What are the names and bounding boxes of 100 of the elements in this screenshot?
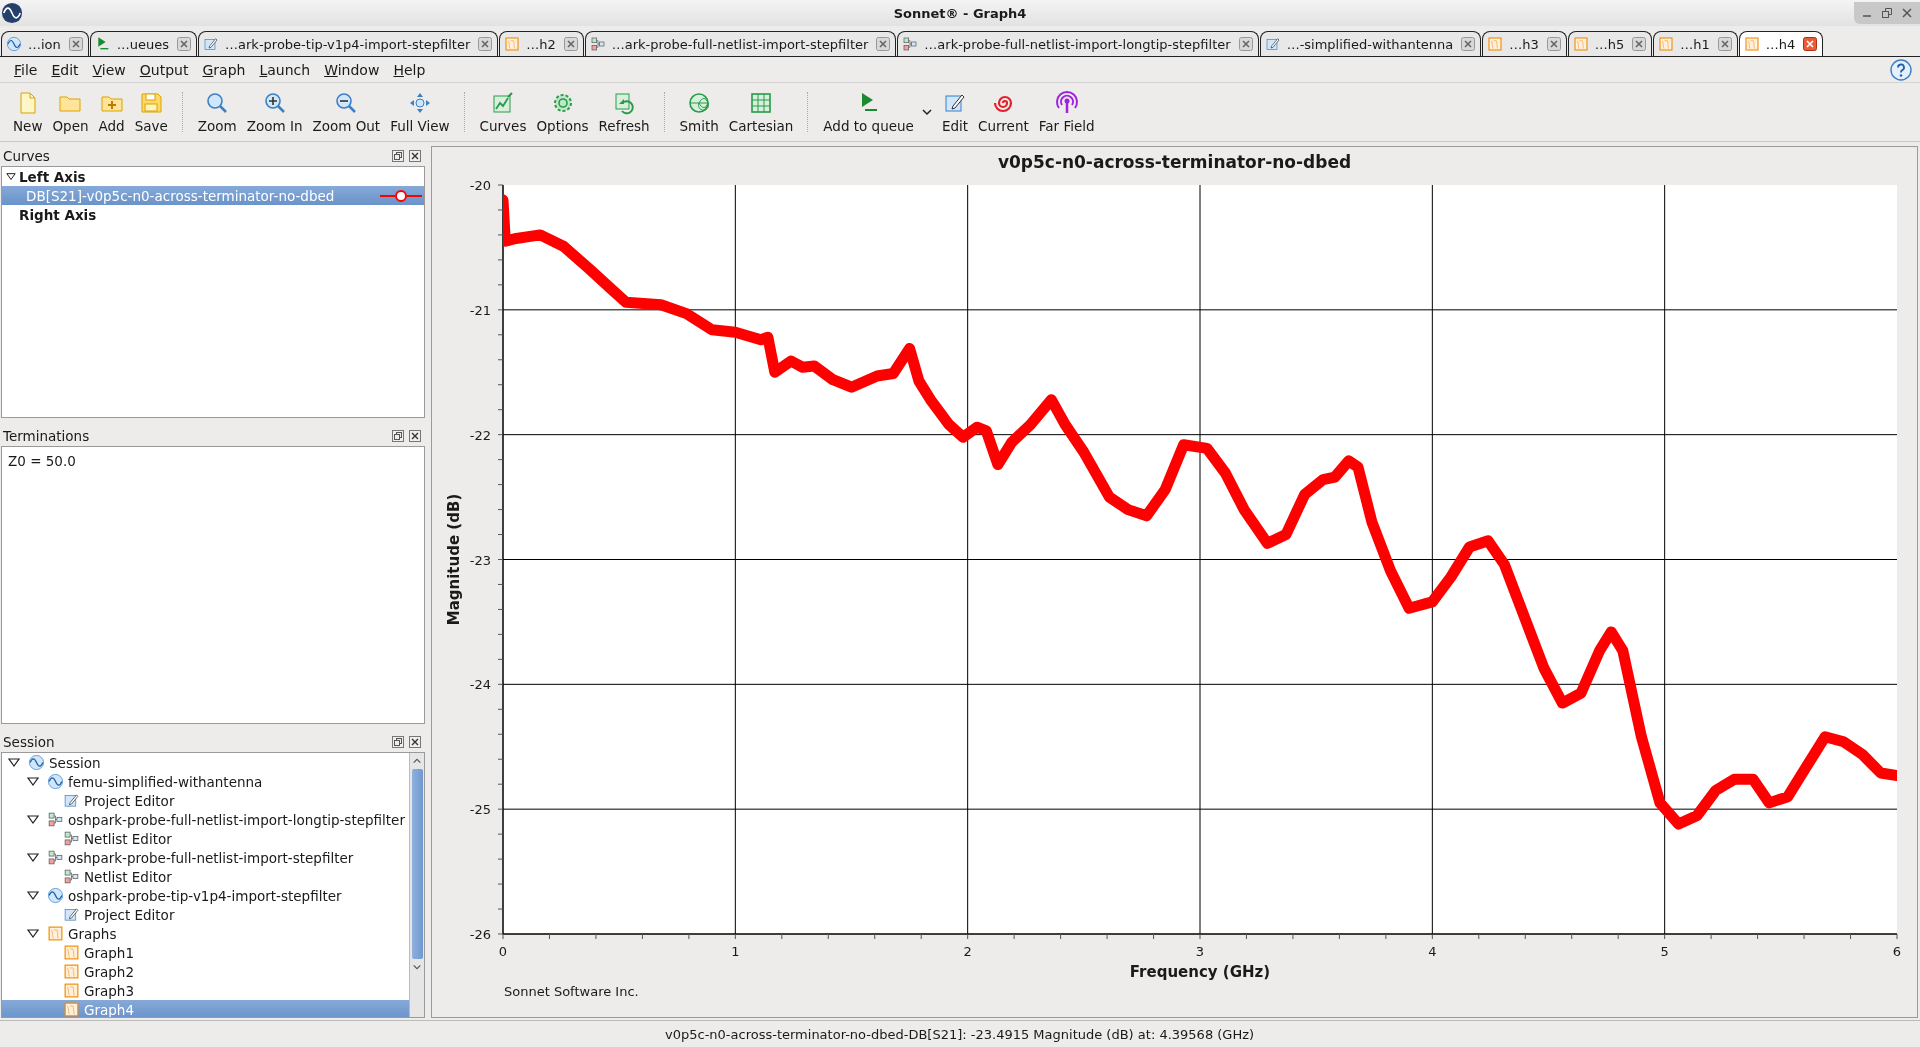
toolbar-button[interactable]: Zoom In <box>241 88 308 136</box>
toolbar-button[interactable]: Curves <box>474 88 532 136</box>
float-icon[interactable] <box>392 150 404 162</box>
scroll-up-icon[interactable] <box>412 756 422 766</box>
menu-item[interactable]: Graph <box>196 59 254 80</box>
tab[interactable]: …ark-probe-full-netlist-import-longtip-stepfilter <box>897 31 1259 56</box>
chart-title: v0p5c-n0-across-terminator-no-dbed <box>997 152 1352 174</box>
close-icon[interactable] <box>478 37 493 51</box>
tree-item[interactable]: Project Editor <box>2 791 409 810</box>
close-icon[interactable] <box>409 150 421 162</box>
menu-item[interactable]: Output <box>133 59 197 80</box>
pencil-icon <box>203 36 220 52</box>
toolbar-button[interactable]: Current <box>973 88 1034 136</box>
close-icon[interactable] <box>1803 37 1818 51</box>
panel-title: Curves <box>3 148 50 164</box>
float-icon[interactable] <box>392 736 404 748</box>
close-icon[interactable] <box>409 430 421 442</box>
tree-item[interactable]: Session <box>2 753 409 772</box>
grid-icon <box>749 90 774 115</box>
close-icon[interactable] <box>563 37 578 51</box>
toolbar-button[interactable]: Add <box>93 88 130 136</box>
tab[interactable]: …ark-probe-tip-v1p4-import-stepfilter <box>198 31 499 56</box>
close-icon[interactable] <box>177 37 192 51</box>
tick-label: -22 <box>469 427 491 443</box>
close-icon[interactable] <box>1461 37 1476 51</box>
tree-item[interactable]: oshpark-probe-tip-v1p4-import-stepfilter <box>2 886 409 905</box>
help-icon[interactable] <box>1890 58 1912 81</box>
close-icon[interactable] <box>1546 37 1561 51</box>
tick-label: -20 <box>469 178 491 193</box>
chart-pencil-icon <box>491 90 515 115</box>
tab[interactable]: …h3 <box>1482 31 1567 56</box>
menu-item[interactable]: Edit <box>45 59 87 80</box>
tick-label: 4 <box>1428 944 1437 959</box>
tab[interactable]: …-simplified-withantenna <box>1259 31 1482 56</box>
tab[interactable]: …h5 <box>1567 31 1653 56</box>
graph-icon <box>1658 36 1675 52</box>
toolbar-button[interactable]: Smith <box>674 88 724 136</box>
tree-item[interactable]: Left Axis <box>2 167 424 186</box>
menu-item[interactable]: Window <box>318 59 388 80</box>
tick-label: -25 <box>469 802 491 818</box>
toolbar-button[interactable]: Add to queue <box>818 88 919 136</box>
tree-item[interactable]: femu-simplified-withantenna <box>2 772 409 791</box>
menu-item[interactable]: File <box>8 59 46 80</box>
graph-icon <box>63 1001 80 1017</box>
tree-item[interactable]: Graph2 <box>2 962 409 981</box>
tab[interactable]: …ion <box>1 31 89 56</box>
toolbar-button[interactable]: Zoom Out <box>307 88 386 136</box>
toolbar-button[interactable]: New <box>8 88 48 136</box>
toolbar-button[interactable]: Options <box>531 88 594 136</box>
restore-icon[interactable] <box>1880 6 1894 20</box>
wave-icon <box>47 773 64 790</box>
tab[interactable]: …h1 <box>1653 31 1738 56</box>
close-icon[interactable] <box>876 37 891 51</box>
tick-label: 1 <box>731 944 740 959</box>
window-title: Sonnet® - Graph4 <box>893 5 1027 21</box>
tree-item[interactable]: Project Editor <box>2 905 409 924</box>
scrollbar[interactable] <box>409 753 424 1017</box>
graph-icon <box>1572 36 1589 52</box>
tab[interactable]: …ueues <box>89 31 198 56</box>
toolbar-button[interactable]: Far Field <box>1033 88 1100 136</box>
tab[interactable]: …ark-probe-full-netlist-import-stepfilter <box>584 31 897 56</box>
tree-item[interactable]: oshpark-probe-full-netlist-import-longtip-stepfilter <box>2 810 409 829</box>
tree-item[interactable]: oshpark-probe-full-netlist-import-stepfilter <box>2 848 409 867</box>
close-icon[interactable] <box>1238 37 1253 51</box>
netlist-icon <box>902 36 919 52</box>
menu-item[interactable]: View <box>86 59 134 80</box>
footer-text: Sonnet Software Inc. <box>504 984 639 999</box>
wave-icon <box>47 887 64 904</box>
toolbar-button[interactable]: Edit <box>936 88 974 136</box>
tree-item[interactable]: Graphs <box>2 924 409 943</box>
zoom-in-icon <box>262 90 287 115</box>
close-icon[interactable] <box>1632 37 1647 51</box>
close-icon[interactable] <box>68 37 83 51</box>
toolbar-button[interactable]: Full View <box>385 88 455 136</box>
tab[interactable]: …h2 <box>499 31 584 56</box>
toolbar-button[interactable]: Cartesian <box>723 88 799 136</box>
toolbar-button[interactable]: Refresh <box>593 88 655 136</box>
tree-item[interactable]: Netlist Editor <box>2 867 409 886</box>
tree-item[interactable]: Graph3 <box>2 981 409 1000</box>
tab[interactable]: …h4 <box>1738 31 1824 56</box>
caret-icon[interactable] <box>920 106 933 118</box>
tree-item[interactable]: Graph1 <box>2 943 409 962</box>
app-logo-icon <box>1 2 23 24</box>
antenna-icon <box>1054 90 1079 115</box>
menu-item[interactable]: Help <box>387 59 434 80</box>
toolbar-button[interactable]: Zoom <box>192 88 242 136</box>
wave-icon <box>6 36 22 52</box>
graph-icon <box>63 944 80 961</box>
close-icon[interactable] <box>409 736 421 748</box>
netlist-icon <box>589 36 606 52</box>
toolbar-button[interactable]: Open <box>47 88 94 136</box>
scrollbar-thumb[interactable] <box>411 769 423 959</box>
float-icon[interactable] <box>392 430 404 442</box>
tree-item[interactable]: Netlist Editor <box>2 829 409 848</box>
tree-item[interactable]: Right Axis <box>2 205 424 224</box>
menu-item[interactable]: Launch <box>253 59 319 80</box>
graph-icon <box>1743 36 1760 52</box>
close-icon[interactable] <box>1717 37 1732 51</box>
toolbar-button[interactable]: Save <box>129 88 173 136</box>
scroll-down-icon[interactable] <box>412 962 422 972</box>
